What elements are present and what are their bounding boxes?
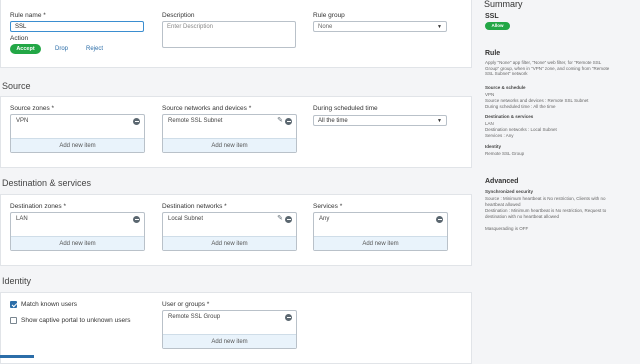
edit-icon[interactable]: ✎ — [277, 117, 283, 125]
destination-networks-add-button[interactable]: Add new item — [163, 236, 296, 250]
remove-icon[interactable] — [285, 118, 292, 125]
action-reject-button[interactable]: Reject — [86, 46, 103, 52]
schedule-value: All the time — [318, 118, 348, 124]
summary-sync-line: Source : Minimum heartbeat is No restric… — [485, 196, 606, 207]
rule-group-select[interactable]: None ▼ — [313, 21, 447, 32]
summary-rule-text: Apply "None" app filter, "None" web filt… — [485, 60, 610, 76]
rule-name-input[interactable]: SSL — [10, 21, 144, 32]
match-known-users-label: Match known users — [21, 301, 77, 308]
captive-portal-label: Show captive portal to unknown users — [21, 317, 131, 324]
remove-icon[interactable] — [285, 314, 292, 321]
match-known-users-checkbox[interactable] — [10, 301, 17, 308]
summary-source-heading: Source & schedule — [485, 85, 526, 90]
action-label: Action — [10, 35, 29, 42]
source-networks-list: Remote SSL Subnet ✎ Add new item — [162, 114, 297, 153]
users-groups-list: Remote SSL Group Add new item — [162, 310, 297, 349]
summary-identity-line: Remote SSL Group — [485, 151, 525, 156]
remove-icon[interactable] — [285, 216, 292, 223]
summary-advanced-heading: Advanced — [485, 178, 519, 185]
destination-zones-list: LAN Add new item — [10, 212, 145, 251]
services-list: Any Add new item — [313, 212, 448, 251]
source-section-title: Source — [2, 81, 31, 91]
chevron-down-icon: ▼ — [437, 23, 442, 30]
summary-destination-line: Services : Any — [485, 133, 514, 138]
rule-group-label: Rule group — [313, 12, 345, 19]
source-zones-list: VPN Add new item — [10, 114, 145, 153]
captive-portal-checkbox[interactable] — [10, 317, 17, 324]
summary-destination-line: Destination networks : Local Subnet — [485, 127, 557, 132]
remove-icon[interactable] — [133, 118, 140, 125]
source-networks-add-button[interactable]: Add new item — [163, 138, 296, 152]
action-drop-button[interactable]: Drop — [55, 46, 68, 52]
source-network-item: Remote SSL Subnet — [168, 118, 223, 124]
destination-zones-label: Destination zones * — [10, 203, 67, 210]
summary-rule-heading: Rule — [485, 50, 501, 57]
summary-title: Summary — [484, 0, 523, 9]
rule-group-value: None — [318, 24, 333, 30]
horizontal-scrollbar[interactable] — [0, 355, 34, 358]
schedule-label: During scheduled time — [313, 105, 378, 112]
destination-networks-list: Local Subnet ✎ Add new item — [162, 212, 297, 251]
destination-networks-label: Destination networks * — [162, 203, 227, 210]
users-groups-add-button[interactable]: Add new item — [163, 334, 296, 348]
chevron-down-icon: ▼ — [437, 117, 442, 124]
summary-masquerading-line: Masquerading is OFF — [485, 226, 529, 231]
description-textarea[interactable]: Enter Description — [162, 21, 296, 48]
services-label: Services * — [313, 203, 343, 210]
summary-source-line: Source networks and devices : Remote SSL… — [485, 98, 589, 103]
summary-identity-heading: Identity — [485, 144, 502, 149]
identity-section-title: Identity — [2, 276, 32, 286]
schedule-select[interactable]: All the time ▼ — [313, 115, 447, 126]
summary-source-line: VPN — [485, 92, 495, 97]
destination-section-title: Destination & services — [2, 178, 92, 188]
rule-name-label: Rule name * — [10, 12, 46, 19]
services-add-button[interactable]: Add new item — [314, 236, 447, 250]
summary-rule-name: SSL — [485, 13, 499, 20]
description-label: Description — [162, 12, 195, 19]
users-groups-label: User or groups * — [162, 301, 210, 308]
edit-icon[interactable]: ✎ — [277, 215, 283, 223]
summary-sync-line: Destination : Minimum heartbeat is No re… — [485, 208, 607, 219]
user-group-item: Remote SSL Group — [168, 314, 221, 320]
summary-sync-heading: Synchronized security — [485, 189, 534, 194]
destination-zones-add-button[interactable]: Add new item — [11, 236, 144, 250]
destination-zone-item: LAN — [16, 216, 28, 222]
action-accept-button[interactable]: Accept — [10, 44, 41, 54]
source-zones-label: Source zones * — [10, 105, 55, 112]
summary-destination-heading: Destination & services — [485, 114, 534, 119]
destination-network-item: Local Subnet — [168, 216, 204, 222]
remove-icon[interactable] — [133, 216, 140, 223]
summary-source-line: During scheduled time : All the time — [485, 104, 556, 109]
source-zone-item: VPN — [16, 118, 29, 124]
summary-allow-badge: Allow — [485, 22, 510, 30]
remove-icon[interactable] — [436, 216, 443, 223]
source-zones-add-button[interactable]: Add new item — [11, 138, 144, 152]
summary-destination-line: LAN — [485, 121, 494, 126]
source-networks-label: Source networks and devices * — [162, 105, 252, 112]
service-item: Any — [319, 216, 330, 222]
